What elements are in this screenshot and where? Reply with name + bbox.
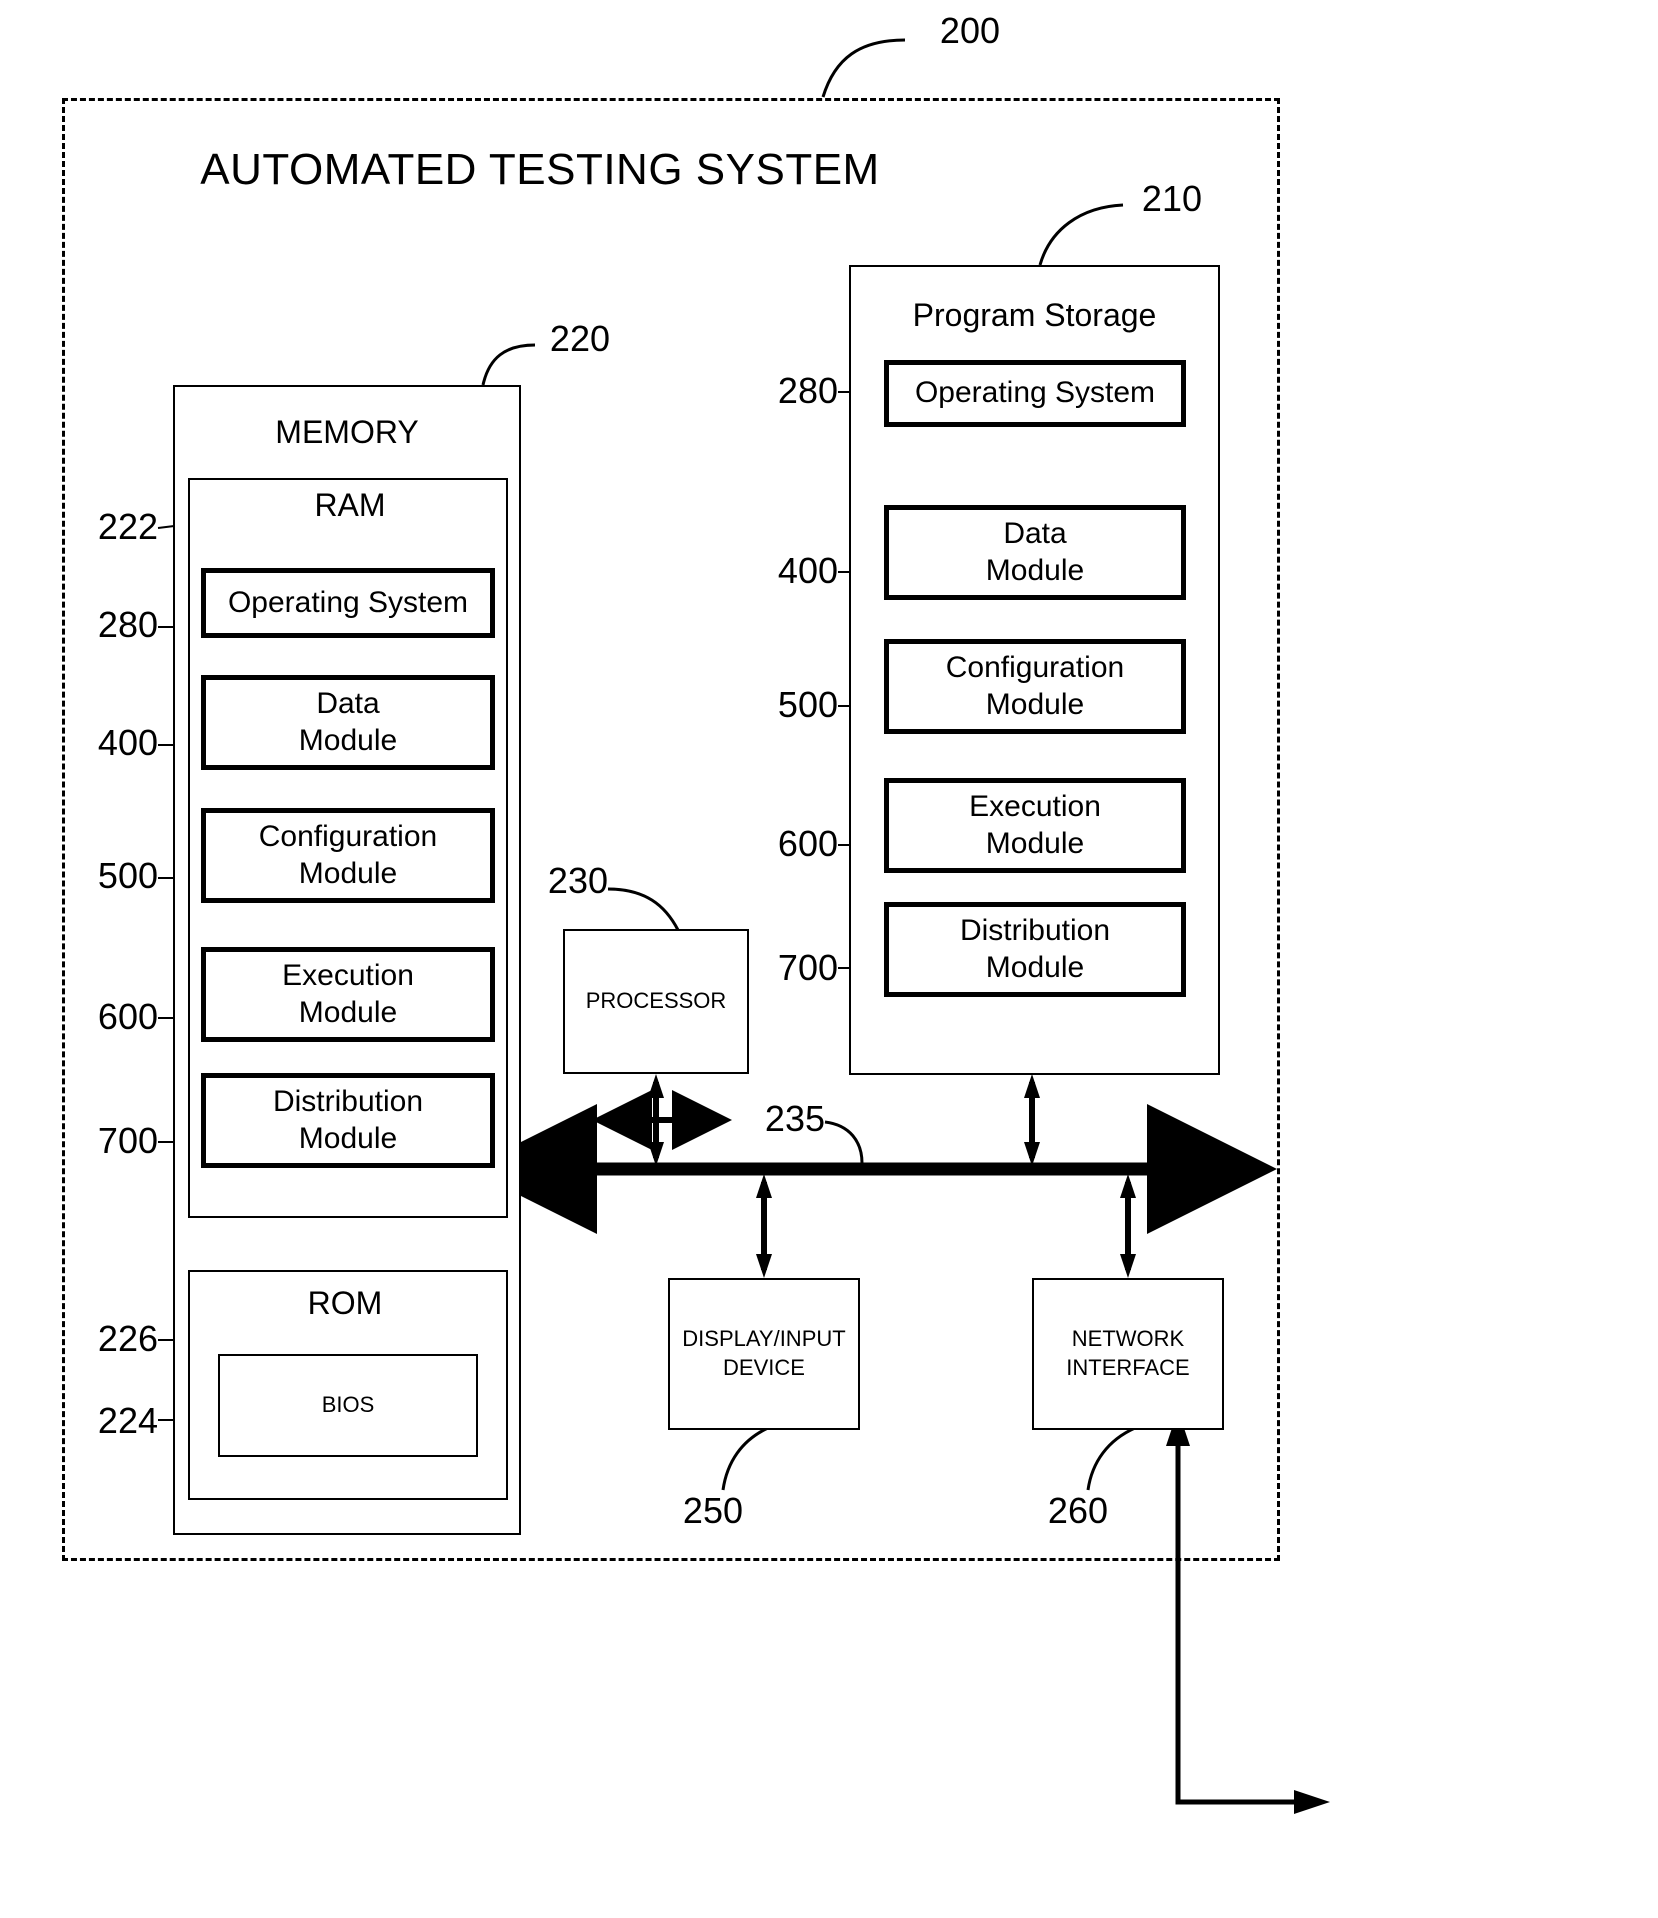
display-input-device-label: DISPLAY/INPUT DEVICE [682, 1325, 845, 1382]
ref-numeral-250: 250 [682, 1490, 743, 1531]
ref-numeral-230: 230 [547, 860, 608, 901]
ram-module-configuration: Configuration Module [201, 808, 495, 903]
ref-numeral-600-ram: 600 [97, 996, 158, 1037]
ref-numeral-220: 220 [549, 318, 610, 359]
ram-module-execution: Execution Module [201, 947, 495, 1042]
ram-module-operating-system-label: Operating System [227, 585, 469, 619]
ref-numeral-700-ps: 700 [777, 947, 838, 988]
program-storage-module-operating-system-label: Operating System [914, 376, 1156, 410]
memory-title: MEMORY [275, 414, 419, 450]
ram-module-execution-label-line2: Module [298, 995, 398, 1029]
program-storage-module-configuration-label-line2: Module [985, 687, 1085, 721]
program-storage-module-distribution-label-line2: Module [985, 950, 1085, 984]
display-input-device-label-line1: DISPLAY/INPUT [682, 1326, 846, 1352]
ref-numeral-280-ram: 280 [97, 604, 158, 645]
ref-numeral-235: 235 [764, 1098, 825, 1139]
ref-numeral-500-ram: 500 [97, 855, 158, 896]
ram-module-distribution-label-line2: Module [298, 1121, 398, 1155]
ram-module-distribution: Distribution Module [201, 1073, 495, 1168]
program-storage-module-execution-label-line2: Module [985, 826, 1085, 860]
program-storage-title: Program Storage [912, 297, 1157, 333]
display-input-device-label-line2: DEVICE [723, 1355, 805, 1380]
network-interface-label: NETWORK INTERFACE [1066, 1325, 1189, 1382]
program-storage-module-configuration-label-line1: Configuration [945, 650, 1125, 684]
ref-numeral-500-ps: 500 [777, 684, 838, 725]
network-interface-label-line1: NETWORK [1071, 1326, 1185, 1352]
ref-numeral-600-ps: 600 [777, 823, 838, 864]
ref-numeral-400-ram: 400 [97, 722, 158, 763]
ram-module-configuration-label-line1: Configuration [258, 819, 438, 853]
program-storage-module-data: Data Module [884, 505, 1186, 600]
ram-module-operating-system: Operating System [201, 568, 495, 638]
figure-canvas: 200 AUTOMATED TESTING SYSTEM 220 MEMORY … [0, 0, 1658, 1918]
program-storage-module-operating-system: Operating System [884, 360, 1186, 427]
program-storage-module-configuration: Configuration Module [884, 639, 1186, 734]
program-storage-module-execution-label-line1: Execution [969, 789, 1101, 823]
ref-numeral-200: 200 [939, 10, 1000, 51]
ram-title: RAM [314, 487, 386, 523]
ram-module-configuration-label-line2: Module [298, 856, 398, 890]
ref-numeral-280-ps: 280 [777, 370, 838, 411]
ref-numeral-224: 224 [97, 1400, 158, 1441]
bios-box: BIOS [218, 1354, 478, 1457]
ref-numeral-210: 210 [1141, 178, 1202, 219]
ram-module-distribution-label-line1: Distribution [272, 1084, 424, 1118]
ram-module-data-label-line2: Module [298, 723, 398, 757]
processor-label: PROCESSOR [585, 988, 727, 1014]
ram-module-execution-label-line1: Execution [282, 958, 414, 992]
network-interface-box: NETWORK INTERFACE [1032, 1278, 1224, 1430]
ram-module-data-label-line1: Data [316, 686, 380, 720]
program-storage-module-distribution-label-line1: Distribution [959, 913, 1111, 947]
ref-numeral-226: 226 [97, 1318, 158, 1359]
program-storage-module-distribution: Distribution Module [884, 902, 1186, 997]
processor-box: PROCESSOR [563, 929, 749, 1074]
bios-label: BIOS [321, 1392, 375, 1418]
ref-numeral-260: 260 [1047, 1490, 1108, 1531]
ref-numeral-700-ram: 700 [97, 1120, 158, 1161]
program-storage-module-execution: Execution Module [884, 778, 1186, 873]
program-storage-module-data-label-line2: Module [985, 553, 1085, 587]
rom-title: ROM [307, 1285, 383, 1321]
ram-module-data: Data Module [201, 675, 495, 770]
ref-numeral-400-ps: 400 [777, 550, 838, 591]
network-interface-label-line2: INTERFACE [1066, 1355, 1190, 1380]
ref-numeral-222: 222 [97, 506, 158, 547]
display-input-device-box: DISPLAY/INPUT DEVICE [668, 1278, 860, 1430]
program-storage-module-data-label-line1: Data [1003, 516, 1067, 550]
page-title: AUTOMATED TESTING SYSTEM [200, 145, 880, 194]
